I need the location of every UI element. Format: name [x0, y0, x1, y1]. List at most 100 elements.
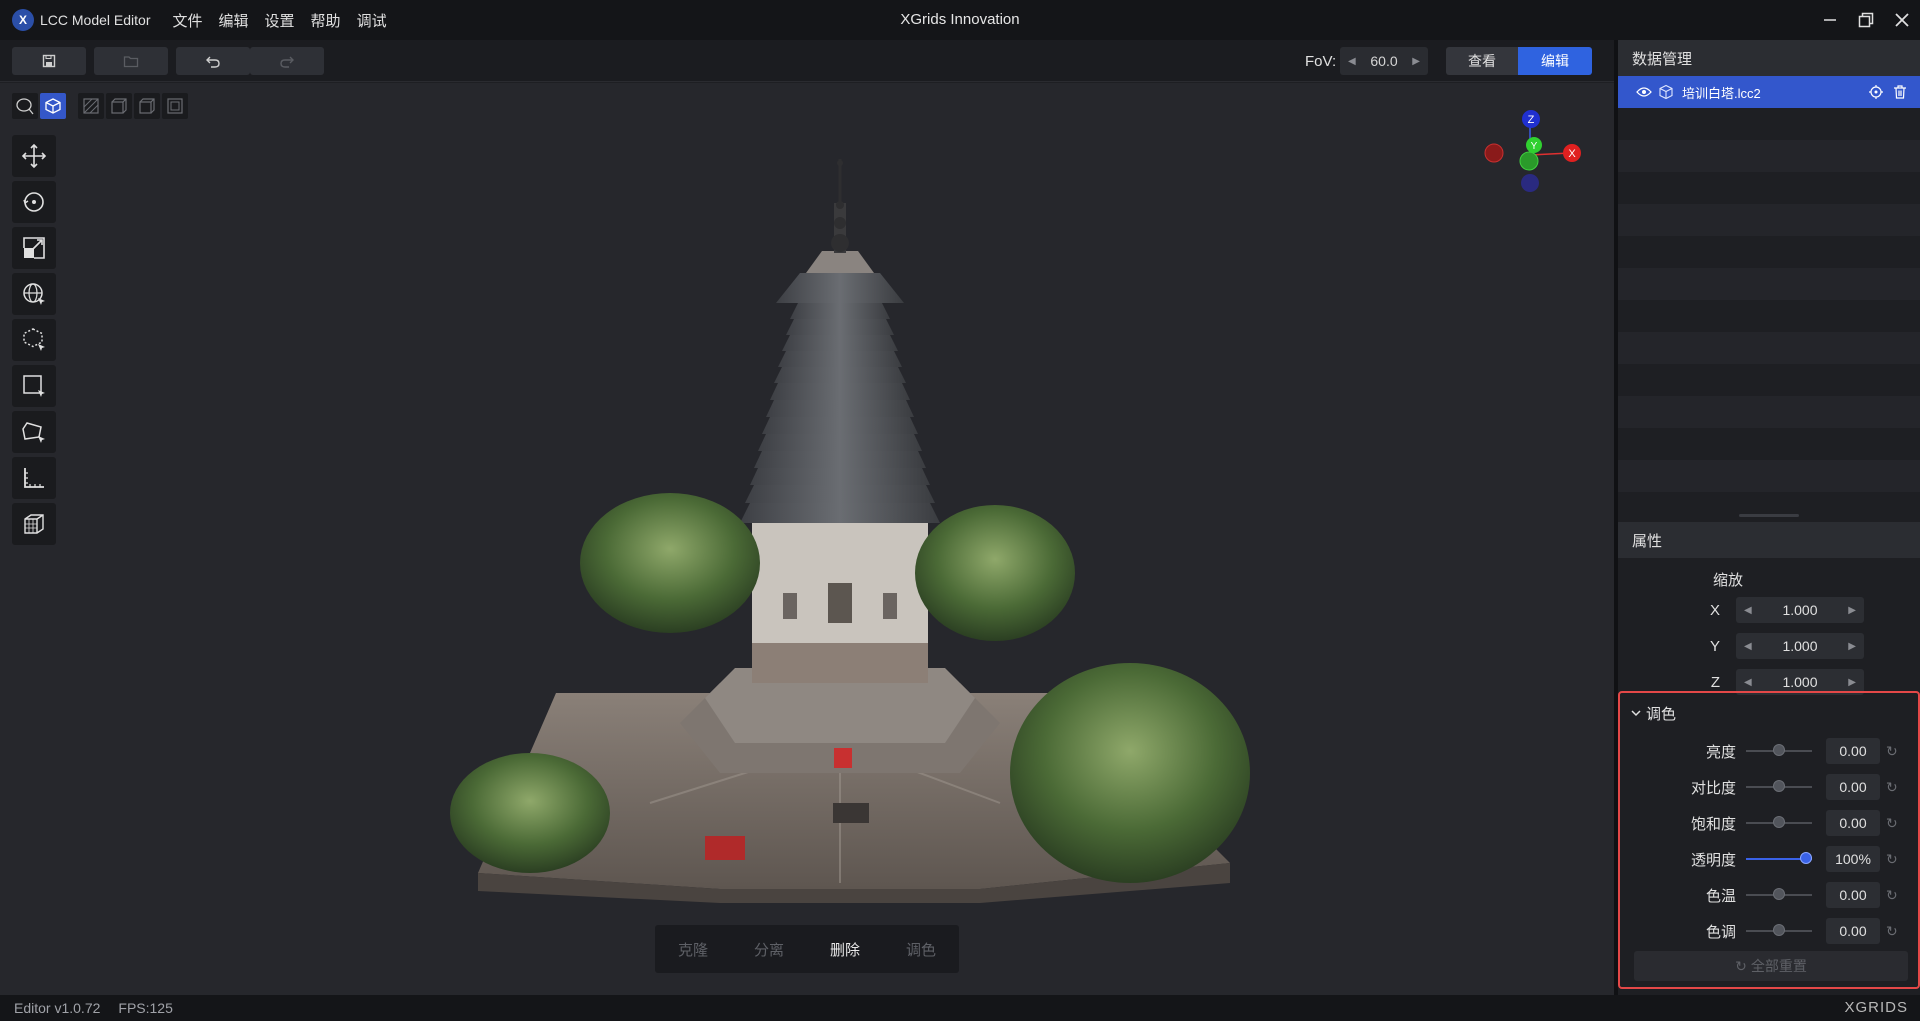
contrast-value[interactable]: 0.00 — [1826, 774, 1880, 800]
undo-button[interactable] — [176, 47, 250, 75]
y-negative-handle[interactable] — [1519, 151, 1539, 171]
save-button[interactable] — [12, 47, 86, 75]
properties-body: 缩放 X ◀ 1.000 ▶ Y ◀ 1.000 ▶ Z ◀ 1.000 ▶ — [1618, 566, 1920, 700]
menu-file[interactable]: 文件 — [173, 10, 203, 31]
move-tool-button[interactable] — [12, 135, 56, 177]
hatch-mode-2-button[interactable] — [106, 93, 132, 119]
scale-x-input[interactable]: ◀ 1.000 ▶ — [1736, 597, 1864, 623]
contrast-label: 对比度 — [1690, 779, 1736, 797]
data-item-row[interactable]: 培训白塔.lcc2 — [1618, 76, 1920, 108]
3d-viewport[interactable]: Z Y X 克隆 分离 删除 调色 — [0, 83, 1614, 995]
brightness-reset-icon[interactable]: ↻ — [1886, 743, 1898, 760]
selection-mode-group — [12, 93, 190, 119]
edit-mode-button[interactable]: 编辑 — [1518, 47, 1592, 75]
scale-z-increase-icon[interactable]: ▶ — [1848, 677, 1856, 688]
object-select-button[interactable] — [40, 93, 66, 119]
color-adjust-button[interactable]: 调色 — [906, 939, 936, 960]
menu-help[interactable]: 帮助 — [311, 10, 341, 31]
open-button[interactable] — [94, 47, 168, 75]
opacity-slider-knob[interactable] — [1800, 852, 1812, 864]
clone-button[interactable]: 克隆 — [678, 939, 708, 960]
scale-y-increase-icon[interactable]: ▶ — [1848, 641, 1856, 652]
temperature-value[interactable]: 0.00 — [1826, 882, 1880, 908]
scale-y-input[interactable]: ◀ 1.000 ▶ — [1736, 633, 1864, 659]
scale-x-decrease-icon[interactable]: ◀ — [1744, 605, 1752, 616]
close-button[interactable] — [1884, 0, 1920, 40]
title-bar: X LCC Model Editor 文件 编辑 设置 帮助 调试 XGrids… — [0, 0, 1920, 40]
lasso-select-button[interactable] — [12, 93, 38, 119]
tint-value[interactable]: 0.00 — [1826, 918, 1880, 944]
status-bar: Editor v1.0.72 FPS:125 XGRIDS — [0, 995, 1920, 1021]
polygon-select-icon — [22, 422, 45, 443]
temperature-reset-icon[interactable]: ↻ — [1886, 887, 1898, 904]
brightness-value[interactable]: 0.00 — [1826, 738, 1880, 764]
tint-reset-icon[interactable]: ↻ — [1886, 923, 1898, 940]
scale-y-decrease-icon[interactable]: ◀ — [1744, 641, 1752, 652]
scale-tool-button[interactable] — [12, 227, 56, 269]
orientation-gizmo[interactable]: Z Y X — [1480, 105, 1590, 205]
save-icon — [42, 54, 56, 68]
eye-icon[interactable] — [1636, 86, 1652, 98]
y-axis-label: Y — [1531, 141, 1538, 152]
x-axis-label: X — [1568, 148, 1576, 160]
contrast-slider-knob[interactable] — [1773, 780, 1785, 792]
splitter-handle[interactable] — [1739, 513, 1799, 517]
measure-tool-button[interactable] — [12, 457, 56, 499]
delete-button[interactable]: 删除 — [830, 939, 860, 960]
color-adjust-header[interactable]: 调色 — [1620, 693, 1918, 733]
redo-button[interactable] — [250, 47, 324, 75]
hatch-mode-4-button[interactable] — [162, 93, 188, 119]
brightness-slider[interactable] — [1746, 744, 1812, 758]
tint-label: 色调 — [1705, 923, 1736, 941]
scale-z-decrease-icon[interactable]: ◀ — [1744, 677, 1752, 688]
globe-tool-button[interactable] — [12, 273, 56, 315]
x-negative-handle[interactable] — [1484, 143, 1504, 163]
reset-all-button[interactable]: ↻ 全部重置 — [1634, 951, 1908, 981]
box-select-tool-button[interactable] — [12, 319, 56, 361]
locate-icon[interactable] — [1868, 84, 1884, 100]
scale-x-increase-icon[interactable]: ▶ — [1848, 605, 1856, 616]
fov-label: FoV: — [1305, 53, 1337, 70]
opacity-value[interactable]: 100% — [1826, 846, 1880, 872]
panel-splitter[interactable] — [1618, 508, 1920, 522]
saturation-value[interactable]: 0.00 — [1826, 810, 1880, 836]
menu-edit[interactable]: 编辑 — [219, 10, 249, 31]
brightness-slider-knob[interactable] — [1773, 744, 1785, 756]
temperature-slider-knob[interactable] — [1773, 888, 1785, 900]
temperature-slider[interactable] — [1746, 888, 1812, 902]
model-cube-icon — [1659, 84, 1673, 100]
menu-settings[interactable]: 设置 — [265, 10, 295, 31]
rotate-tool-button[interactable] — [12, 181, 56, 223]
tint-slider[interactable] — [1746, 924, 1812, 938]
saturation-reset-icon[interactable]: ↻ — [1886, 815, 1898, 832]
contrast-reset-icon[interactable]: ↻ — [1886, 779, 1898, 796]
polygon-select-tool-button[interactable] — [12, 411, 56, 453]
saturation-slider-knob[interactable] — [1773, 816, 1785, 828]
minimize-button[interactable] — [1812, 0, 1848, 40]
trash-icon[interactable] — [1892, 84, 1908, 100]
bounding-box-tool-button[interactable] — [12, 503, 56, 545]
fov-decrease-icon[interactable]: ◀ — [1348, 56, 1356, 67]
menu-debug[interactable]: 调试 — [357, 10, 387, 31]
opacity-slider[interactable] — [1746, 852, 1812, 866]
data-list-empty-rows — [1618, 108, 1920, 508]
saturation-slider[interactable] — [1746, 816, 1812, 830]
z-negative-handle[interactable] — [1521, 174, 1539, 192]
temperature-label: 色温 — [1705, 887, 1736, 905]
restore-button[interactable] — [1848, 0, 1884, 40]
fov-input[interactable]: ◀ 60.0 ▶ — [1340, 47, 1428, 75]
rect-select-tool-button[interactable] — [12, 365, 56, 407]
main-toolbar: FoV: ◀ 60.0 ▶ 查看 编辑 — [0, 40, 1614, 82]
scale-z-label: Z — [1710, 673, 1720, 691]
opacity-reset-icon[interactable]: ↻ — [1886, 851, 1898, 868]
data-item-actions — [1868, 84, 1908, 100]
contrast-row: 对比度 0.00 ↻ — [1620, 769, 1918, 805]
hatch-mode-1-button[interactable] — [78, 93, 104, 119]
fov-increase-icon[interactable]: ▶ — [1412, 56, 1420, 67]
separate-button[interactable]: 分离 — [754, 939, 784, 960]
hatch-mode-3-button[interactable] — [134, 93, 160, 119]
view-mode-button[interactable]: 查看 — [1446, 47, 1518, 75]
contrast-slider[interactable] — [1746, 780, 1812, 794]
tint-slider-knob[interactable] — [1773, 924, 1785, 936]
grid-cube-icon — [24, 514, 44, 534]
